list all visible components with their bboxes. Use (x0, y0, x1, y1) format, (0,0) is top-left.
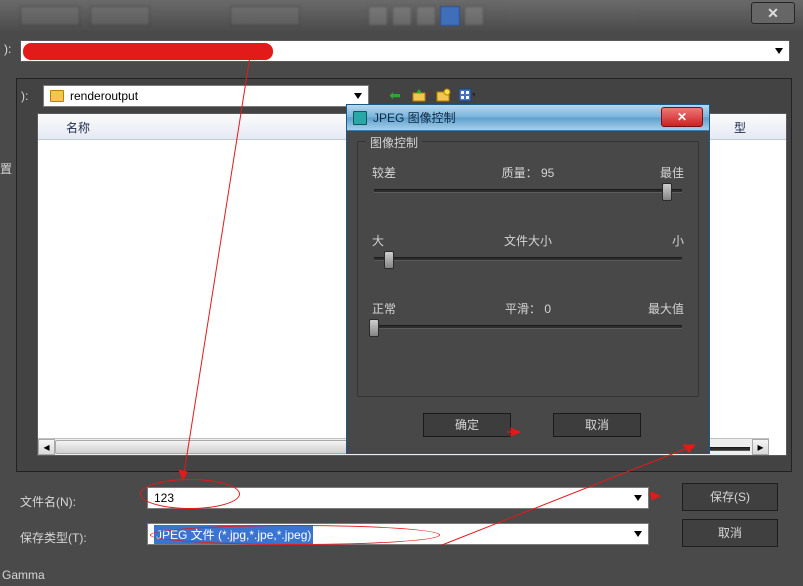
chevron-down-icon (354, 93, 362, 99)
folder-icon (50, 90, 64, 102)
save-button[interactable]: 保存(S) (682, 483, 778, 511)
smooth-high-label: 最大值 (648, 300, 684, 317)
smooth-slider[interactable] (374, 325, 682, 329)
toolbar-icons: ⬅ (387, 87, 475, 103)
quality-high-label: 最佳 (660, 164, 684, 181)
quality-slider[interactable] (374, 189, 682, 193)
up-icon[interactable] (411, 87, 427, 103)
dialog-close-button[interactable] (661, 107, 703, 127)
back-icon[interactable]: ⬅ (387, 87, 403, 103)
annotation-ellipse (140, 479, 240, 509)
scroll-left-button[interactable]: ◂ (38, 439, 55, 455)
chevron-down-icon (634, 495, 642, 501)
annotation-ellipse (150, 525, 440, 545)
slider-knob[interactable] (662, 183, 672, 201)
quality-value: 95 (541, 166, 554, 180)
window-close-button[interactable] (751, 2, 795, 24)
smooth-label: 平滑： (505, 302, 541, 316)
view-icon[interactable] (459, 87, 475, 103)
scroll-right-button[interactable]: ▸ (752, 439, 769, 455)
smooth-low-label: 正常 (372, 300, 396, 317)
filesize-slider[interactable] (374, 257, 682, 261)
location-combobox[interactable]: renderoutput (43, 85, 369, 107)
quality-label: 质量： (502, 166, 538, 180)
location-label: ): (21, 89, 28, 103)
gamma-label: Gamma (0, 568, 120, 586)
scroll-thumb[interactable] (55, 440, 355, 454)
path-combobox[interactable] (20, 40, 790, 62)
group-legend: 图像控制 (366, 134, 422, 151)
filetype-label: 保存类型(T): (20, 529, 87, 546)
column-header-type[interactable]: 型 (734, 119, 746, 136)
left-truncated-label: 置 (0, 160, 12, 177)
chevron-down-icon (775, 48, 783, 54)
size-high-label: 小 (672, 232, 684, 249)
column-header-name[interactable]: 名称 (66, 119, 90, 136)
redacted-path (23, 43, 273, 60)
app-top-bar (0, 0, 803, 32)
path-label: ): (4, 42, 11, 56)
dialog-cancel-button[interactable]: 取消 (553, 413, 641, 437)
slider-knob[interactable] (369, 319, 379, 337)
dialog-titlebar[interactable]: JPEG 图像控制 (347, 105, 709, 131)
location-value: renderoutput (70, 89, 138, 103)
size-label: 文件大小 (504, 232, 552, 249)
jpeg-options-dialog: JPEG 图像控制 图像控制 较差 质量： 95 最佳 大 文件大小 (346, 104, 710, 454)
chevron-down-icon (634, 531, 642, 537)
dialog-icon (353, 111, 367, 125)
dialog-ok-button[interactable]: 确定 (423, 413, 511, 437)
dialog-title: JPEG 图像控制 (373, 109, 456, 126)
quality-low-label: 较差 (372, 164, 396, 181)
new-folder-icon[interactable] (435, 87, 451, 103)
size-low-label: 大 (372, 232, 384, 249)
slider-knob[interactable] (384, 251, 394, 269)
filename-label: 文件名(N): (20, 493, 76, 510)
image-control-group: 图像控制 较差 质量： 95 最佳 大 文件大小 小 (357, 141, 699, 397)
smooth-value: 0 (544, 302, 551, 316)
cancel-button[interactable]: 取消 (682, 519, 778, 547)
